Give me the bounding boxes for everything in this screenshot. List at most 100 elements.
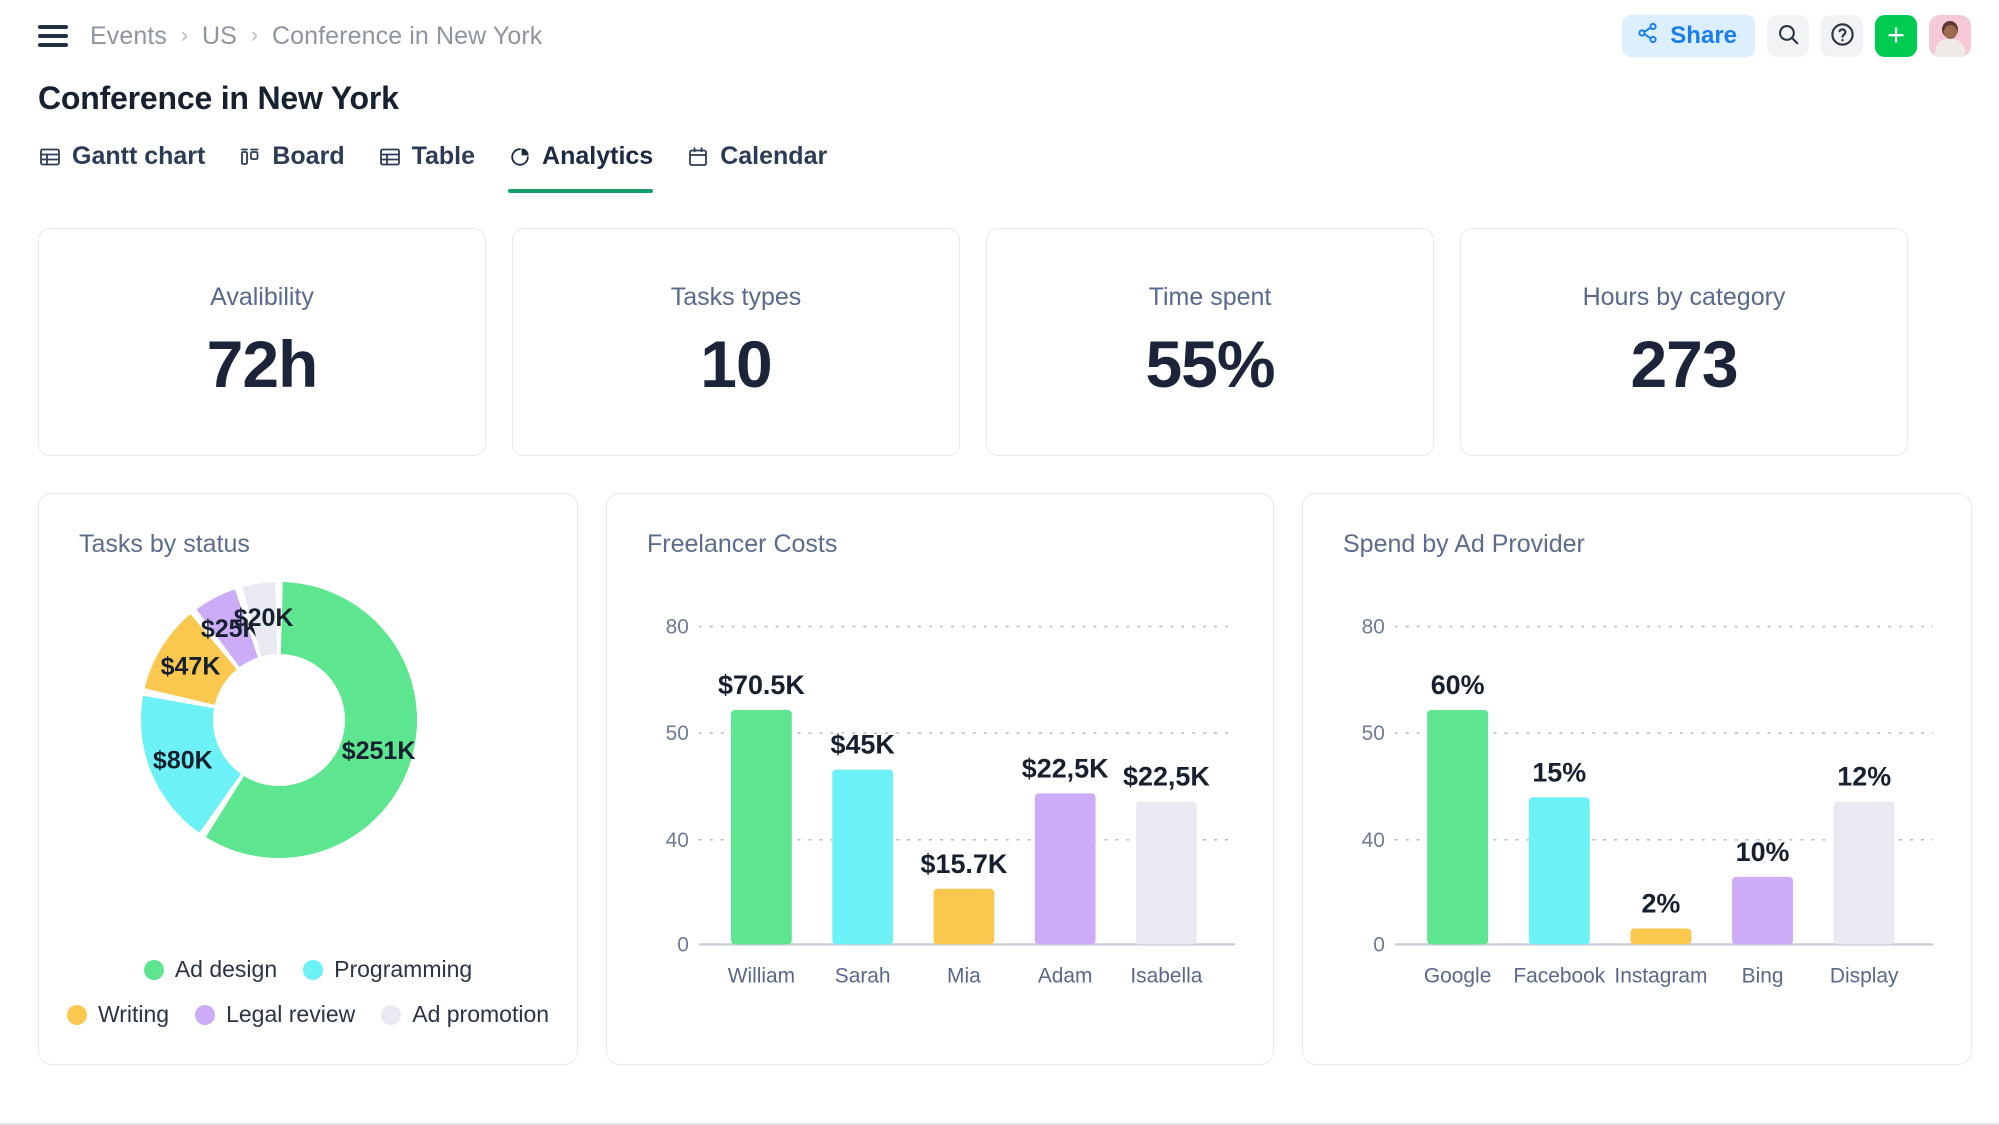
tab-label: Board	[272, 142, 345, 170]
breadcrumb-separator: ›	[250, 24, 258, 47]
legend-item-ad-design[interactable]: Ad design	[143, 956, 278, 983]
y-axis-tick-label: 80	[1362, 616, 1385, 639]
breadcrumb-item-0[interactable]: Events	[90, 22, 167, 51]
breadcrumb-item-1[interactable]: US	[202, 22, 237, 51]
share-icon	[1636, 21, 1660, 52]
legend-label: Programming	[334, 956, 473, 982]
legend-label: Writing	[97, 1001, 170, 1027]
donut-legend: Ad design Programming Writing Legal revi…	[39, 956, 577, 1028]
kpi-value: 10	[700, 326, 772, 401]
x-axis-category-label: Display	[1830, 964, 1899, 987]
x-axis-category-label: Isabella	[1130, 964, 1202, 987]
bar-value-label: 10%	[1736, 837, 1790, 867]
share-button[interactable]: Share	[1622, 15, 1755, 57]
y-axis-tick-label: 50	[666, 722, 689, 745]
spend-by-ad-provider-bar-chart: 80 50 40 0 60% Google 15% Facebook 2% Instagram 10…	[1362, 616, 1933, 987]
legend-item-programming[interactable]: Programming	[303, 956, 472, 983]
breadcrumb-separator: ›	[181, 24, 189, 47]
legend-label: Ad promotion	[412, 1001, 550, 1027]
bar-value-label: 60%	[1431, 670, 1485, 700]
legend-row-2: Writing Legal review Ad promotion	[66, 1001, 549, 1028]
bar[interactable]	[1034, 793, 1096, 945]
search-button[interactable]	[1767, 15, 1809, 57]
avatar[interactable]	[1929, 15, 1971, 57]
kpi-label: Time spent	[1148, 282, 1272, 311]
bar[interactable]	[1427, 709, 1489, 945]
bar-value-label: 15%	[1532, 757, 1586, 787]
donut-slice-label: $251K	[342, 737, 416, 765]
view-tabs: Gantt chart Board Table Analytics Calend…	[38, 142, 827, 193]
tab-table[interactable]: Table	[378, 142, 475, 193]
kpi-card-availability[interactable]: Avalibility 72h	[38, 228, 486, 456]
legend-item-writing[interactable]: Writing	[66, 1001, 170, 1028]
bar-value-label: $15.7K	[921, 849, 1008, 879]
kpi-label: Avalibility	[210, 282, 314, 311]
tab-analytics[interactable]: Analytics	[508, 142, 654, 193]
x-axis-category-label: Mia	[947, 964, 981, 987]
top-bar: Events › US › Conference in New York Sha…	[0, 0, 1999, 72]
donut-slice-label: $47K	[161, 652, 221, 680]
table-grid-icon	[38, 145, 62, 169]
y-axis-tick-label: 40	[1362, 829, 1385, 852]
tab-gantt-chart[interactable]: Gantt chart	[38, 142, 205, 193]
y-axis-tick-label: 0	[1373, 933, 1385, 956]
x-axis-category-label: Bing	[1742, 964, 1784, 987]
table-grid-icon	[378, 145, 402, 169]
bar[interactable]	[832, 769, 894, 945]
add-button[interactable]: +	[1875, 15, 1917, 57]
bar[interactable]	[1528, 797, 1590, 945]
bar[interactable]	[1630, 928, 1692, 945]
bar[interactable]	[933, 888, 995, 945]
y-axis-tick-label: 80	[666, 616, 689, 639]
tab-board[interactable]: Board	[238, 142, 345, 193]
bar-value-label: 2%	[1641, 889, 1680, 919]
kpi-cards: Avalibility 72h Tasks types 10 Time spen…	[38, 228, 1908, 456]
kpi-value: 72h	[206, 326, 319, 401]
legend-item-ad-promotion[interactable]: Ad promotion	[381, 1001, 549, 1028]
page-title: Conference in New York	[38, 80, 399, 116]
y-axis-tick-label: 50	[1362, 722, 1385, 745]
bar[interactable]	[731, 709, 792, 945]
kpi-card-time-spent[interactable]: Time spent 55%	[986, 228, 1434, 456]
avatar-face	[1944, 25, 1957, 39]
x-axis-category-label: Facebook	[1513, 964, 1605, 987]
chart-title: Tasks by status	[79, 530, 250, 558]
bar[interactable]	[1833, 801, 1895, 945]
share-label: Share	[1670, 22, 1737, 49]
top-bar-actions: Share +	[1622, 0, 1971, 72]
legend-label: Legal review	[226, 1001, 356, 1027]
help-button[interactable]	[1821, 15, 1863, 57]
legend-item-legal-review[interactable]: Legal review	[195, 1001, 355, 1028]
kpi-card-tasks-types[interactable]: Tasks types 10	[512, 228, 960, 456]
search-icon	[1776, 22, 1801, 50]
legend-label: Ad design	[174, 956, 278, 982]
pie-chart-icon	[508, 145, 532, 169]
x-axis-category-label: William	[728, 964, 795, 987]
x-axis-category-label: Google	[1424, 964, 1491, 987]
x-axis-category-label: Instagram	[1614, 964, 1707, 987]
donut-slice-label: $20K	[234, 604, 294, 632]
hamburger-menu-icon[interactable]	[38, 25, 68, 47]
breadcrumb-item-2[interactable]: Conference in New York	[272, 22, 542, 51]
question-mark-circle-icon	[1829, 21, 1856, 51]
board-columns-icon	[238, 145, 262, 169]
y-axis-tick-label: 40	[666, 829, 689, 852]
kpi-label: Tasks types	[670, 282, 802, 311]
bar[interactable]	[1732, 876, 1794, 945]
bar-value-label: 12%	[1837, 761, 1891, 791]
kpi-card-hours-by-category[interactable]: Hours by category 273	[1460, 228, 1908, 456]
bar[interactable]	[1136, 801, 1197, 945]
tab-label: Calendar	[720, 142, 828, 170]
legend-color-swatch	[143, 959, 164, 980]
chart-card-tasks-by-status[interactable]: Tasks by status $251K $80K $47K $25K $20K Ad…	[38, 493, 578, 1065]
legend-row-1: Ad design Programming	[143, 956, 472, 983]
kpi-value: 55%	[1145, 326, 1275, 401]
avatar-body	[1935, 39, 1965, 57]
bar-value-label: $45K	[831, 730, 896, 760]
bar-value-label: $22,5K	[1022, 753, 1109, 783]
tab-calendar[interactable]: Calendar	[686, 142, 827, 193]
chart-cards: Tasks by status $251K $80K $47K $25K $20K Ad…	[38, 493, 1972, 1065]
chart-card-freelancer-costs[interactable]: Freelancer Costs 80 50 40 0 $70.5K William $45…	[606, 493, 1274, 1065]
chart-card-spend-by-ad-provider[interactable]: Spend by Ad Provider 80 50 40 0 60% Google 15%…	[1302, 493, 1972, 1065]
kpi-value: 273	[1630, 326, 1738, 401]
